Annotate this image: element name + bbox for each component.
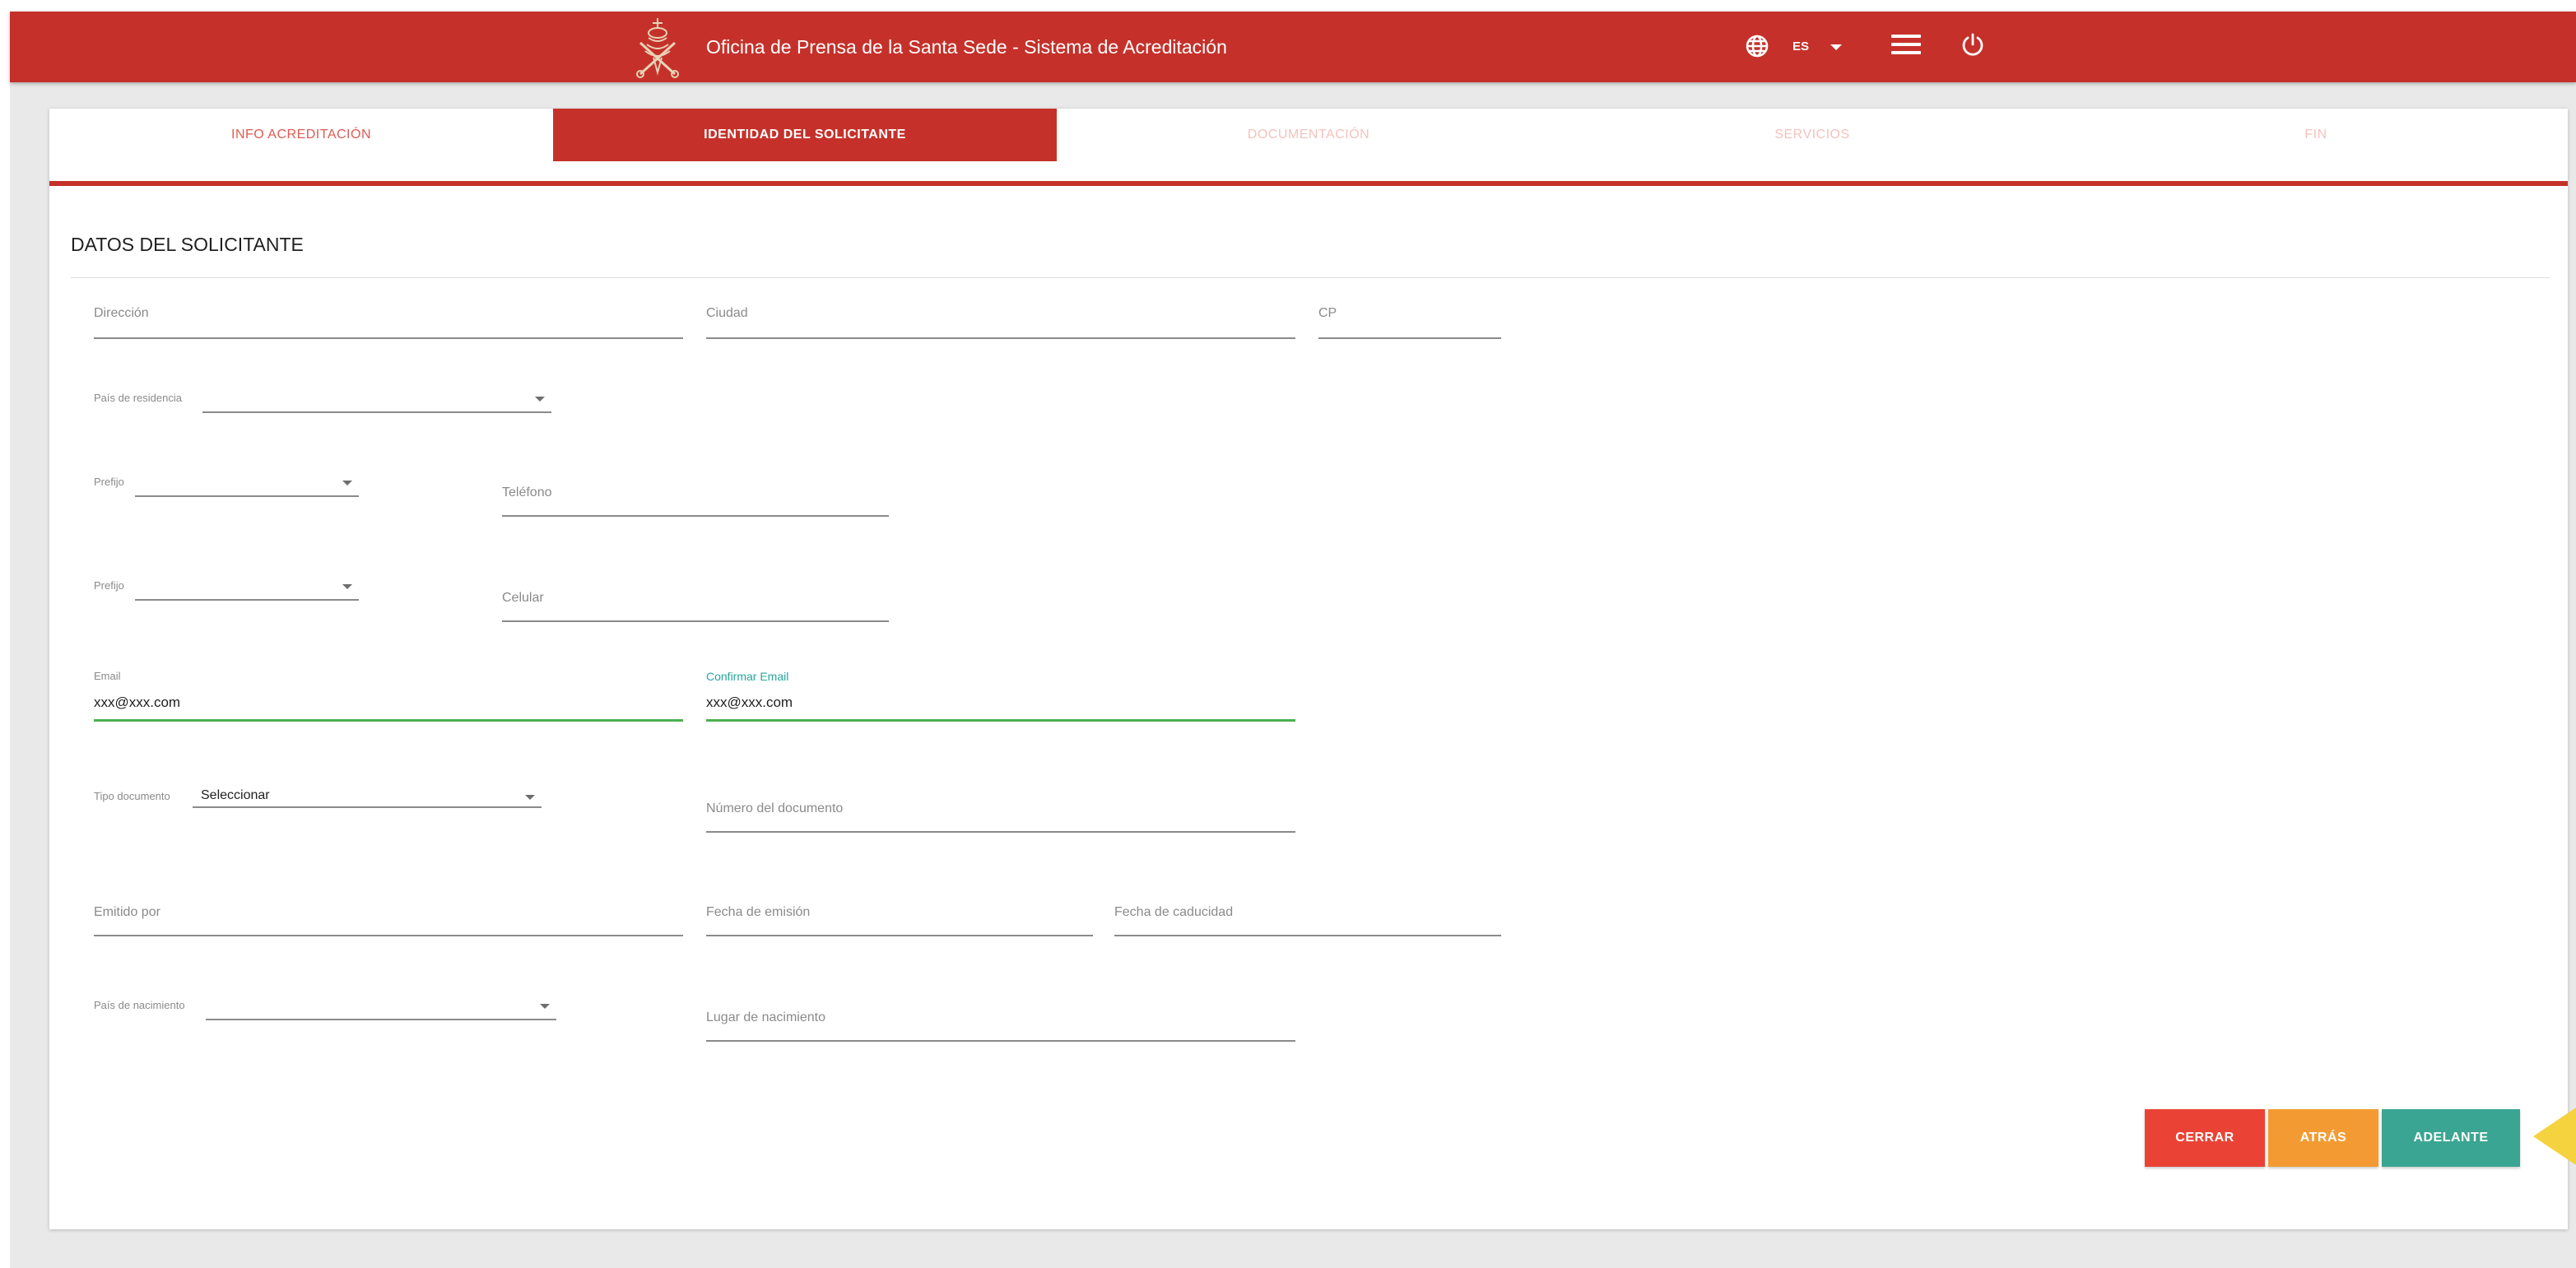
pais-nacimiento-label: País de nacimiento bbox=[94, 999, 185, 1011]
tipo-documento-label: Tipo documento bbox=[94, 790, 170, 802]
email-input[interactable] bbox=[94, 714, 683, 722]
back-button[interactable]: ATRÁS bbox=[2268, 1109, 2378, 1167]
stepper-divider bbox=[49, 181, 2568, 186]
ciudad-label: Ciudad bbox=[706, 306, 748, 320]
pais-residencia-label: País de residencia bbox=[94, 392, 182, 404]
pais-nacimiento-select[interactable] bbox=[206, 996, 556, 1020]
chevron-down-icon[interactable] bbox=[342, 584, 352, 589]
fecha-caducidad-label: Fecha de caducidad bbox=[1114, 905, 1234, 919]
celular-label: Celular bbox=[502, 591, 544, 605]
step-info-acreditacion[interactable]: INFO ACREDITACIÓN bbox=[49, 109, 553, 161]
stepper: INFO ACREDITACIÓN IDENTIDAD DEL SOLICITA… bbox=[49, 109, 2568, 161]
lugar-nacimiento-input[interactable] bbox=[706, 1032, 1295, 1042]
step-fin[interactable]: FIN bbox=[2064, 109, 2568, 161]
numero-documento-label: Número del documento bbox=[706, 801, 844, 815]
step-servicios[interactable]: SERVICIOS bbox=[1560, 109, 2064, 161]
numero-documento-input[interactable] bbox=[706, 823, 1295, 833]
top-app-bar: Oficina de Prensa de la Santa Sede - Sis… bbox=[10, 12, 2576, 82]
cursor-pointer-icon bbox=[2533, 1108, 2576, 1165]
next-button[interactable]: ADELANTE bbox=[2382, 1109, 2520, 1167]
chevron-down-icon[interactable] bbox=[1830, 44, 1842, 50]
direccion-label: Dirección bbox=[94, 306, 149, 320]
tipo-documento-value[interactable]: Seleccionar bbox=[201, 788, 270, 803]
direccion-input[interactable] bbox=[94, 329, 683, 339]
step-documentacion[interactable]: DOCUMENTACIÓN bbox=[1057, 109, 1560, 161]
section-divider bbox=[71, 277, 2550, 278]
fecha-emision-label: Fecha de emisión bbox=[706, 905, 811, 919]
close-button[interactable]: CERRAR bbox=[2145, 1109, 2265, 1167]
globe-icon[interactable] bbox=[1745, 34, 1769, 58]
celular-input[interactable] bbox=[502, 612, 889, 622]
chevron-down-icon[interactable] bbox=[535, 397, 545, 402]
ciudad-input[interactable] bbox=[706, 329, 1295, 339]
chevron-down-icon[interactable] bbox=[342, 481, 352, 485]
power-icon[interactable] bbox=[1960, 32, 1985, 57]
fecha-emision-input[interactable] bbox=[706, 927, 1093, 936]
email-label: Email bbox=[94, 670, 121, 682]
cp-label: CP bbox=[1318, 306, 1337, 320]
emitido-por-input[interactable] bbox=[94, 927, 683, 936]
app-title: Oficina de Prensa de la Santa Sede - Sis… bbox=[706, 36, 1227, 58]
papal-emblem-logo bbox=[636, 18, 679, 78]
pais-residencia-select[interactable] bbox=[202, 388, 551, 413]
section-title: DATOS DEL SOLICITANTE bbox=[71, 234, 304, 255]
fecha-caducidad-input[interactable] bbox=[1114, 927, 1501, 936]
confirmar-email-value[interactable]: xxx@xxx.com bbox=[706, 694, 793, 711]
prefijo-telefono-label: Prefijo bbox=[94, 476, 124, 488]
lugar-nacimiento-label: Lugar de nacimiento bbox=[706, 1010, 825, 1024]
telefono-label: Teléfono bbox=[502, 485, 552, 499]
confirmar-email-input[interactable] bbox=[706, 714, 1295, 722]
chevron-down-icon[interactable] bbox=[540, 1004, 550, 1009]
accreditation-form-card: INFO ACREDITACIÓN IDENTIDAD DEL SOLICITA… bbox=[49, 109, 2568, 1229]
prefijo-celular-select[interactable] bbox=[135, 578, 359, 601]
email-value[interactable]: xxx@xxx.com bbox=[94, 694, 180, 711]
chevron-down-icon[interactable] bbox=[525, 795, 535, 800]
step-identidad-solicitante[interactable]: IDENTIDAD DEL SOLICITANTE bbox=[553, 109, 1057, 161]
menu-icon[interactable] bbox=[1891, 35, 1921, 54]
cp-input[interactable] bbox=[1318, 329, 1501, 339]
language-selector[interactable]: ES bbox=[1793, 12, 1809, 82]
confirmar-email-label: Confirmar Email bbox=[706, 670, 789, 683]
telefono-input[interactable] bbox=[502, 507, 889, 517]
prefijo-celular-label: Prefijo bbox=[94, 579, 124, 592]
emitido-por-label: Emitido por bbox=[94, 905, 160, 919]
prefijo-telefono-select[interactable] bbox=[135, 474, 359, 497]
